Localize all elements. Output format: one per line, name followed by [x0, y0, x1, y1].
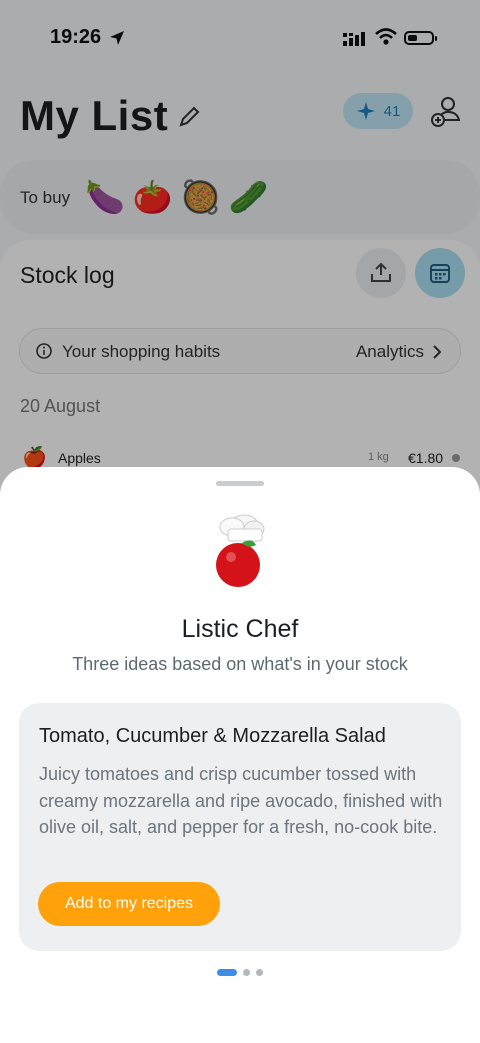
chef-bottom-sheet: Listic Chef Three ideas based on what's …: [0, 467, 480, 1043]
page-dot-active[interactable]: [217, 969, 237, 976]
add-to-recipes-button[interactable]: Add to my recipes: [38, 882, 220, 926]
sheet-subtitle: Three ideas based on what's in your stoc…: [72, 654, 408, 674]
recipe-description: Juicy tomatoes and crisp cucumber tossed…: [39, 764, 443, 837]
page-indicator[interactable]: [0, 969, 480, 976]
apple-chef-icon: [216, 514, 265, 587]
sheet-drag-handle[interactable]: [216, 481, 264, 486]
recipe-card[interactable]: Tomato, Cucumber & Mozzarella Salad Juic…: [19, 703, 461, 951]
sheet-title: Listic Chef: [181, 615, 299, 643]
recipe-title: Tomato, Cucumber & Mozzarella Salad: [39, 725, 386, 747]
page-dot[interactable]: [256, 969, 263, 976]
page-dot[interactable]: [243, 969, 250, 976]
